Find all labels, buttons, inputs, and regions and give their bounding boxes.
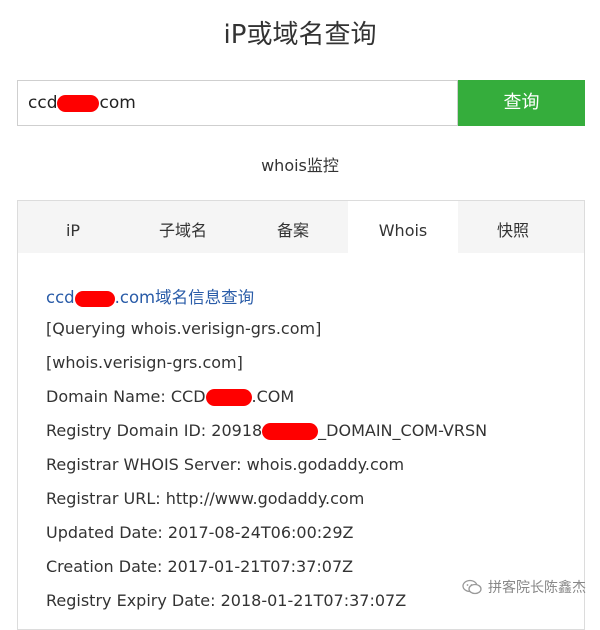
result-line-expiry-date: Registry Expiry Date: 2018-01-21T07:37:0… — [46, 591, 407, 610]
tab-ip[interactable]: iP — [18, 201, 128, 253]
redaction-mark — [57, 94, 100, 112]
result-line-server: [whois.verisign-grs.com] — [46, 353, 243, 372]
redaction-mark — [74, 290, 115, 307]
redaction-mark — [205, 389, 252, 406]
watermark: 拼客院长陈鑫杰 — [462, 577, 586, 597]
page-title: iP或域名查询 — [223, 20, 377, 50]
result-line-registrar-url: Registrar URL: http://www.godaddy.com — [46, 489, 365, 508]
tab-bar: iP 子域名 备案 Whois 快照 — [18, 201, 584, 253]
tab-snapshot[interactable]: 快照 — [458, 201, 568, 253]
result-line-domain-name: Domain Name: CCD .COM — [46, 387, 295, 406]
tab-subdomain[interactable]: 子域名 — [128, 201, 238, 253]
search-input[interactable]: ccd com — [17, 80, 458, 126]
search-button[interactable]: 查询 — [458, 80, 585, 126]
results-panel: iP 子域名 备案 Whois 快照 ccd .com域名信息查询 [Queryi… — [17, 200, 585, 630]
result-line-querying: [Querying whois.verisign-grs.com] — [46, 319, 322, 338]
watermark-text: 拼客院长陈鑫杰 — [488, 580, 586, 596]
result-line-whois-server: Registrar WHOIS Server: whois.godaddy.co… — [46, 455, 405, 474]
tab-whois[interactable]: Whois — [348, 201, 458, 253]
result-line-creation-date: Creation Date: 2017-01-21T07:37:07Z — [46, 557, 354, 576]
result-line-updated-date: Updated Date: 2017-08-24T06:00:29Z — [46, 523, 354, 542]
wechat-icon — [462, 579, 482, 595]
tab-icp-filing[interactable]: 备案 — [238, 201, 348, 253]
whois-monitor-link[interactable]: whois监控 — [0, 152, 600, 176]
redaction-mark — [262, 423, 319, 440]
result-heading[interactable]: ccd .com域名信息查询 — [46, 284, 254, 308]
search-input-value: ccd com — [28, 93, 136, 113]
result-line-registry-id: Registry Domain ID: 20918 _DOMAIN_COM-VRS… — [46, 421, 488, 440]
